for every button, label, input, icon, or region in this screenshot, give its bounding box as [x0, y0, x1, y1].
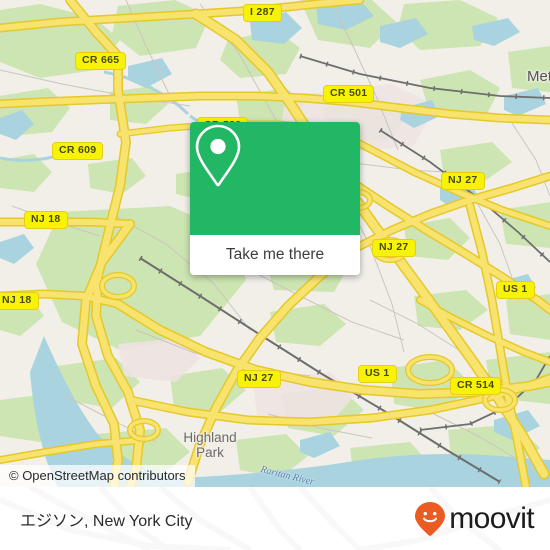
moovit-smiley-pin-icon [415, 501, 446, 536]
highway-shield: NJ 18 [0, 292, 39, 310]
place-label-highland-park: Highland Park [183, 430, 237, 460]
highway-shield: NJ 27 [372, 239, 416, 257]
map-pin-icon [195, 124, 241, 187]
location-callout-card[interactable]: Take me there [190, 122, 360, 275]
highway-shield: CR 665 [75, 52, 127, 70]
osm-attribution[interactable]: © OpenStreetMap contributors [0, 465, 195, 487]
moovit-brand[interactable]: moovit [414, 501, 535, 537]
highway-shield: I 287 [243, 4, 282, 22]
highway-shield: NJ 27 [237, 370, 281, 388]
moovit-wordmark: moovit [449, 501, 534, 535]
highway-shield: US 1 [496, 281, 535, 299]
footer-bar: エジソン, New York City moovit [0, 487, 550, 550]
location-title: エジソン, New York City [20, 512, 193, 530]
city-label-metuchen: Met [527, 68, 550, 85]
highway-shield: CR 501 [323, 85, 375, 103]
map-canvas[interactable]: I 287 CR 665 CR 501 CR 529 CR 609 NJ 27 … [0, 0, 550, 487]
callout-marker-area [190, 122, 360, 235]
highway-shield: US 1 [358, 365, 397, 383]
highway-shield: NJ 27 [441, 172, 485, 190]
highway-shield: CR 514 [450, 377, 502, 395]
moovit-location-card: I 287 CR 665 CR 501 CR 529 CR 609 NJ 27 … [0, 0, 550, 550]
take-me-there-button[interactable]: Take me there [190, 235, 360, 275]
highway-shield: CR 609 [52, 142, 104, 160]
highway-shield: NJ 18 [24, 211, 68, 229]
take-me-there-label: Take me there [225, 246, 325, 263]
